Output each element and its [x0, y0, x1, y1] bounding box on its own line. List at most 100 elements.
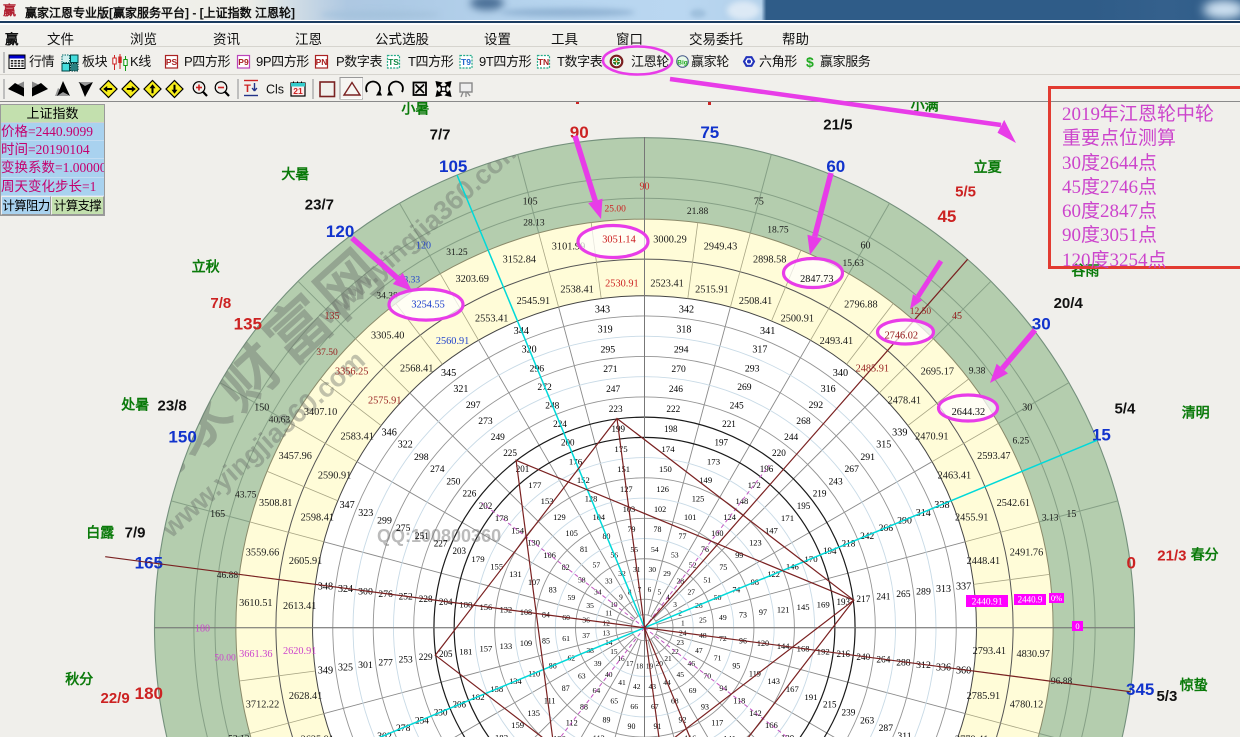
svg-text:P数字表: P数字表 — [336, 54, 382, 69]
svg-text:2695.17: 2695.17 — [921, 367, 954, 378]
svg-text:135: 135 — [527, 709, 540, 718]
svg-text:203: 203 — [453, 546, 467, 556]
svg-text:133: 133 — [500, 642, 513, 651]
svg-text:江恩轮: 江恩轮 — [631, 54, 669, 69]
svg-text:春分: 春分 — [1190, 546, 1219, 562]
svg-text:9.38: 9.38 — [969, 367, 986, 377]
svg-text:318: 318 — [676, 324, 691, 335]
svg-text:297: 297 — [466, 400, 481, 411]
svg-text:131: 131 — [509, 570, 522, 579]
svg-text:252: 252 — [399, 593, 413, 603]
svg-text:105: 105 — [523, 196, 538, 207]
svg-text:105: 105 — [439, 157, 467, 176]
svg-text:157: 157 — [479, 644, 493, 654]
svg-text:221: 221 — [722, 419, 736, 429]
svg-text:2644.32: 2644.32 — [952, 407, 985, 418]
svg-text:154: 154 — [511, 525, 525, 535]
svg-text:51: 51 — [703, 575, 711, 584]
svg-text:245: 245 — [730, 402, 744, 412]
svg-text:75: 75 — [700, 123, 719, 142]
svg-text:2530.91: 2530.91 — [605, 279, 638, 290]
svg-text:57: 57 — [593, 561, 601, 570]
svg-text:11: 11 — [605, 609, 612, 618]
svg-text:325: 325 — [338, 663, 353, 674]
svg-text:77: 77 — [679, 532, 687, 541]
svg-text:120: 120 — [326, 222, 354, 241]
svg-text:2575.91: 2575.91 — [368, 396, 401, 407]
svg-text:50.00: 50.00 — [214, 654, 236, 664]
svg-text:217: 217 — [856, 594, 870, 604]
svg-text:2898.58: 2898.58 — [753, 255, 786, 266]
svg-text:264: 264 — [876, 656, 890, 666]
svg-text:150: 150 — [254, 402, 269, 413]
svg-text:202: 202 — [479, 501, 493, 511]
svg-text:30: 30 — [1022, 402, 1032, 413]
svg-text:42: 42 — [633, 682, 641, 691]
svg-text:0: 0 — [1126, 554, 1135, 573]
svg-text:T数字表: T数字表 — [557, 54, 603, 69]
svg-text:小满: 小满 — [911, 102, 939, 114]
svg-text:3457.96: 3457.96 — [278, 451, 311, 462]
svg-text:2491.76: 2491.76 — [1010, 547, 1043, 558]
svg-text:346: 346 — [382, 428, 397, 439]
svg-text:K线: K线 — [130, 54, 151, 69]
svg-text:2949.43: 2949.43 — [704, 241, 737, 252]
svg-text:301: 301 — [358, 660, 373, 671]
svg-text:45: 45 — [937, 207, 956, 226]
svg-text:119: 119 — [749, 669, 761, 678]
svg-text:2440.9: 2440.9 — [1018, 595, 1043, 605]
svg-text:白露: 白露 — [86, 524, 115, 540]
svg-text:2793.41: 2793.41 — [973, 646, 1006, 657]
svg-text:295: 295 — [600, 344, 615, 355]
svg-text:53: 53 — [671, 550, 679, 559]
svg-text:311: 311 — [897, 731, 911, 737]
svg-text:秋分: 秋分 — [65, 671, 93, 687]
svg-text:P9: P9 — [238, 57, 249, 67]
svg-text:3: 3 — [673, 600, 677, 609]
svg-text:31.25: 31.25 — [446, 248, 468, 258]
svg-text:143: 143 — [767, 677, 780, 686]
svg-text:P四方形: P四方形 — [184, 54, 230, 69]
svg-text:28.13: 28.13 — [523, 218, 545, 228]
svg-text:T四方形: T四方形 — [408, 54, 454, 69]
svg-text:45: 45 — [952, 311, 962, 322]
svg-text:287: 287 — [879, 723, 894, 734]
svg-text:340: 340 — [833, 368, 848, 379]
svg-text:117: 117 — [711, 719, 723, 728]
svg-text:277: 277 — [378, 657, 393, 668]
svg-text:78: 78 — [654, 525, 662, 534]
svg-text:行情: 行情 — [29, 54, 55, 69]
svg-text:12.50: 12.50 — [910, 307, 932, 317]
svg-text:27: 27 — [687, 588, 695, 597]
svg-text:2590.91: 2590.91 — [318, 471, 351, 482]
svg-text:337: 337 — [956, 581, 971, 592]
svg-text:30: 30 — [648, 565, 656, 574]
svg-text:198: 198 — [664, 424, 678, 434]
svg-text:PS: PS — [166, 57, 178, 67]
svg-text:71: 71 — [714, 654, 722, 663]
svg-text:0%: 0% — [1051, 593, 1062, 603]
svg-text:3254.55: 3254.55 — [411, 300, 444, 311]
svg-text:2500.91: 2500.91 — [781, 314, 814, 325]
svg-text:93: 93 — [701, 702, 709, 711]
svg-text:5/3: 5/3 — [1156, 688, 1177, 705]
svg-text:349: 349 — [318, 665, 333, 676]
svg-text:298: 298 — [414, 452, 429, 463]
svg-text:25: 25 — [699, 616, 707, 625]
svg-text:105: 105 — [566, 529, 578, 538]
svg-text:清明: 清明 — [1182, 405, 1210, 421]
svg-text:T9: T9 — [461, 57, 471, 67]
svg-text:75: 75 — [719, 563, 727, 572]
svg-text:3559.66: 3559.66 — [246, 547, 279, 558]
svg-text:2847.73: 2847.73 — [800, 274, 833, 285]
svg-text:18: 18 — [636, 662, 644, 671]
svg-text:275: 275 — [396, 523, 411, 534]
svg-text:23/7: 23/7 — [305, 196, 334, 213]
svg-text:惊蛰: 惊蛰 — [1179, 677, 1208, 693]
svg-text:69: 69 — [689, 686, 697, 695]
svg-text:111: 111 — [544, 696, 556, 705]
svg-text:45: 45 — [677, 670, 685, 679]
svg-text:87: 87 — [562, 684, 570, 693]
svg-text:85: 85 — [542, 637, 550, 646]
svg-text:4780.12: 4780.12 — [1010, 699, 1043, 710]
